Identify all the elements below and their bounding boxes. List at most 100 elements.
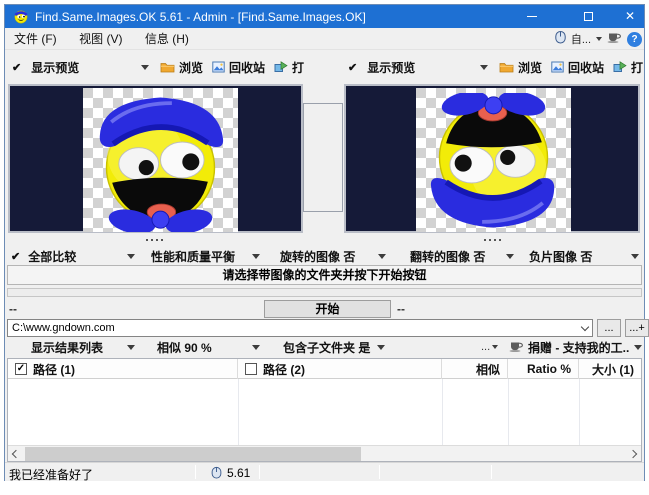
chevron-down-icon (479, 64, 488, 70)
right-browse-label: 浏览 (517, 60, 542, 75)
menu-info[interactable]: 信息 (H) (136, 28, 198, 50)
menubar-right-cluster: 自... ? (555, 28, 642, 50)
auto-dropdown[interactable]: 自... (571, 31, 591, 47)
column-similar[interactable]: 相似 (442, 359, 508, 379)
column-size-label: 大小 (1) (591, 362, 634, 377)
similarity-dropdown[interactable]: 相似 90 % (145, 339, 263, 355)
more-options-dropdown[interactable]: ... (481, 339, 499, 355)
menu-file[interactable]: 文件 (F) (5, 28, 66, 50)
horizontal-scrollbar[interactable] (8, 445, 641, 461)
compare-all-label: 全部比较 (28, 249, 77, 264)
statusbar: 我已经准备好了 5.61 (5, 462, 644, 482)
rotated-images-label: 旋转的图像 否 (280, 249, 356, 264)
donate-label: 捐赠 - 支持我的工... (528, 340, 630, 355)
chevron-down-icon (127, 253, 135, 259)
column-path1[interactable]: ✓ 路径 (1) (8, 359, 238, 379)
coffee-cup-icon (509, 340, 524, 355)
column-path1-label: 路径 (1) (33, 362, 76, 377)
column-divider (238, 379, 239, 446)
result-list-dropdown[interactable]: 显示结果列表 (7, 339, 138, 355)
picture-icon (212, 61, 225, 73)
performance-quality-label: 性能和质量平衡 (151, 249, 236, 264)
right-browse-button[interactable]: 浏览 (499, 59, 542, 76)
folder-path-value: C:\www.gndown.com (12, 322, 115, 334)
menu-view[interactable]: 视图 (V) (70, 28, 131, 50)
browse-folder-button[interactable]: ... (597, 319, 621, 337)
left-browse-label: 浏览 (178, 60, 203, 75)
left-browse-button[interactable]: 浏览 (160, 59, 203, 76)
negative-images-dropdown[interactable]: 负片图像 否 (523, 248, 642, 264)
folder-icon (499, 63, 514, 73)
scrollbar-thumb[interactable] (25, 447, 361, 461)
page: Find.Same.Images.OK 5.61 - Admin - [Find… (0, 0, 649, 495)
app-window: Find.Same.Images.OK 5.61 - Admin - [Find… (4, 4, 649, 482)
negative-images-label: 负片图像 否 (529, 249, 593, 264)
right-preview-toggle-dropdown[interactable]: ✔ 显示预览 (344, 59, 490, 76)
status-divider (379, 465, 380, 479)
minimize-button[interactable] (514, 5, 549, 28)
column-ratio[interactable]: Ratio % (508, 359, 579, 379)
right-recycle-label: 回收站 (567, 60, 604, 75)
open-icon (274, 61, 288, 72)
left-image-artwork (83, 88, 238, 234)
rotated-images-dropdown[interactable]: 旋转的图像 否 (273, 248, 389, 264)
menubar: 文件 (F) 视图 (V) 信息 (H) 自... ? (5, 28, 644, 50)
add-folder-button[interactable]: ...+ (625, 319, 649, 337)
status-version: 5.61 (227, 466, 251, 480)
start-button[interactable]: 开始 (264, 300, 391, 318)
chevron-down-icon (492, 345, 499, 349)
similarity-label: 相似 90 % (157, 340, 212, 355)
status-divider (491, 465, 492, 479)
column-size[interactable]: 大小 (1) (579, 359, 641, 379)
chevron-down-icon[interactable] (596, 37, 602, 41)
performance-quality-dropdown[interactable]: 性能和质量平衡 (145, 248, 263, 264)
left-image-preview (8, 84, 303, 234)
left-preview-toggle-dropdown[interactable]: ✔ 显示预览 (8, 59, 151, 76)
path1-checkbox[interactable]: ✓ (15, 363, 27, 375)
column-ratio-label: Ratio % (526, 362, 571, 376)
right-recycle-button[interactable]: 回收站 (551, 59, 604, 76)
folder-path-input[interactable]: C:\www.gndown.com (7, 319, 593, 337)
column-divider (579, 379, 580, 446)
chevron-down-icon (506, 253, 514, 259)
maximize-button[interactable] (571, 5, 606, 28)
smiley-image (430, 91, 555, 228)
titlebar[interactable]: Find.Same.Images.OK 5.61 - Admin - [Find… (5, 5, 644, 28)
subfolders-dropdown[interactable]: 包含子文件夹 是 (273, 339, 388, 355)
right-open-button[interactable]: 打 (613, 59, 643, 76)
scroll-left-arrow[interactable] (8, 446, 24, 462)
left-resize-grip[interactable] (146, 239, 163, 241)
folder-icon (160, 63, 175, 73)
column-path2[interactable]: 路径 (2) (238, 359, 442, 379)
smiley-image-rotated (416, 88, 571, 237)
coffee-cup-icon[interactable] (607, 30, 622, 48)
help-icon[interactable]: ? (627, 31, 642, 47)
flipped-images-label: 翻转的图像 否 (410, 249, 486, 264)
results-table: ✓ 路径 (1) 路径 (2) 相似 Ratio % 大小 (1) (7, 358, 642, 462)
progress-bar (7, 288, 642, 297)
column-divider (442, 379, 443, 446)
window-title: Find.Same.Images.OK 5.61 - Admin - [Find… (35, 10, 366, 24)
chevron-down-icon[interactable] (580, 322, 590, 331)
flipped-images-dropdown[interactable]: 翻转的图像 否 (403, 248, 517, 264)
chevron-down-icon (252, 253, 260, 259)
right-status-value: -- (397, 302, 405, 316)
right-image-preview (344, 84, 640, 233)
more-options-label: ... (481, 341, 491, 353)
donate-dropdown[interactable]: 捐赠 - 支持我的工... (509, 339, 643, 355)
left-open-button[interactable]: 打 (274, 59, 304, 76)
right-image-artwork (416, 88, 571, 232)
chevron-down-icon (634, 344, 642, 350)
picture-icon (551, 61, 564, 73)
close-button[interactable]: ✕ (616, 5, 644, 28)
right-preview-toggle-label: 显示预览 (367, 60, 416, 75)
mouse-icon (555, 30, 566, 49)
path2-checkbox[interactable] (245, 363, 257, 375)
right-resize-grip[interactable] (484, 239, 501, 241)
compare-all-dropdown[interactable]: ✔ 全部比较 (7, 248, 138, 264)
preview-splitter[interactable] (303, 103, 343, 212)
left-recycle-button[interactable]: 回收站 (212, 59, 265, 76)
check-icon: ✔ (348, 61, 358, 74)
scroll-right-arrow[interactable] (625, 446, 641, 462)
left-panel-toolbar: ✔ 显示预览 浏览 回收站 打 (8, 55, 304, 79)
